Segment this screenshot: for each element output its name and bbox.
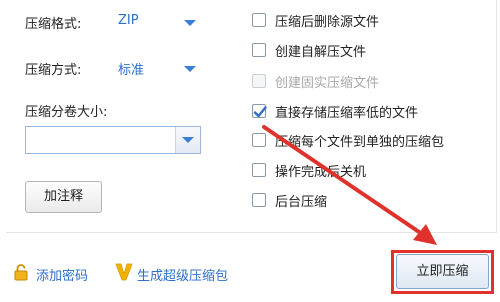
checkbox-label: 直接存储压缩率低的文件 [275, 106, 419, 121]
format-value: ZIP [118, 13, 139, 28]
split-size-dropdown-button[interactable] [175, 127, 200, 153]
chevron-down-icon [184, 66, 196, 72]
checkbox-box [252, 74, 266, 88]
chevron-down-icon [182, 137, 194, 143]
method-value: 标准 [118, 63, 145, 78]
checkbox-label: 压缩每个文件到单独的压缩包 [275, 135, 445, 150]
checkbox-label: 创建自解压文件 [275, 45, 367, 60]
highlight-box [391, 250, 494, 294]
checkbox-box[interactable] [252, 104, 267, 118]
checkbox-label: 操作完成后关机 [275, 165, 367, 180]
checkbox-box[interactable] [252, 133, 266, 147]
chevron-down-icon [184, 20, 196, 26]
checkbox-box[interactable] [252, 193, 266, 207]
lock-icon [14, 264, 28, 281]
checkbox-label: 创建固实压缩文件 [275, 76, 380, 91]
format-select[interactable]: ZIP [112, 8, 202, 32]
checkbox-box[interactable] [252, 163, 266, 177]
checkbox-label: 压缩后删除源文件 [275, 15, 380, 30]
method-select[interactable]: 标准 [112, 54, 202, 78]
v-logo-icon [115, 263, 133, 281]
add-password-label: 添加密码 [36, 269, 89, 284]
split-size-label: 压缩分卷大小: [25, 105, 108, 120]
format-label: 压缩格式: [25, 17, 82, 32]
super-archive-link[interactable]: 生成超级压缩包 [114, 262, 244, 284]
checkbox-box[interactable] [252, 43, 266, 57]
super-archive-label: 生成超级压缩包 [137, 269, 229, 284]
checkmark-icon [253, 106, 267, 118]
checkbox-box[interactable] [252, 13, 266, 27]
add-comment-button[interactable]: 加注释 [25, 181, 102, 213]
checkbox-label: 后台压缩 [275, 195, 328, 210]
method-label: 压缩方式: [25, 63, 82, 78]
add-password-link[interactable]: 添加密码 [12, 262, 98, 284]
split-size-combo[interactable] [25, 126, 201, 154]
